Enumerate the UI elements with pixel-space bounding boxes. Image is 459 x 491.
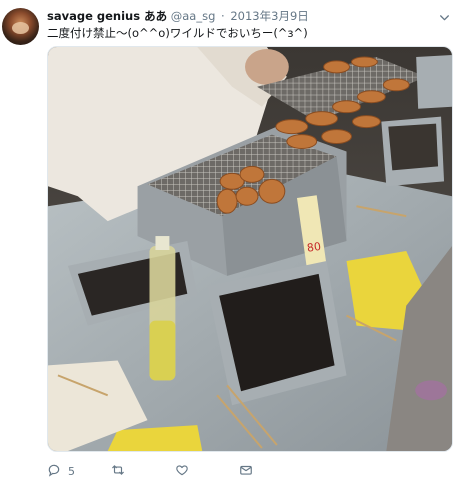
retweet-icon [111,462,125,481]
tweet-photo[interactable]: 80 [47,46,453,452]
avatar[interactable] [2,8,39,45]
reply-button[interactable]: 5 [47,462,75,480]
price-sign-text: 80 [306,240,322,255]
direct-message-button[interactable] [239,462,253,480]
direct-message-icon [239,462,253,481]
header-separator: · [221,9,225,23]
photo-kushikatsu-counter-icon: 80 [48,47,452,451]
retweet-button[interactable] [111,462,132,480]
display-name[interactable]: savage genius ああ [47,9,167,23]
tweet-timestamp[interactable]: 2013年3月9日 [230,9,308,23]
tweet-text: 二度付け禁止～(o^^o)ワイルドでおいちー(^з^) [47,26,308,40]
tweet-card: savage genius ああ @aa_sg · 2013年3月9日 二度付け… [0,0,459,491]
like-button[interactable] [175,462,196,480]
reply-count: 5 [68,464,75,478]
chevron-down-icon[interactable] [438,9,451,22]
like-icon [175,462,189,481]
user-handle[interactable]: @aa_sg [171,9,216,23]
reply-icon [47,462,61,481]
tweet-header: savage genius ああ @aa_sg · 2013年3月9日 [47,8,309,24]
tweet-actions: 5 [47,462,287,480]
